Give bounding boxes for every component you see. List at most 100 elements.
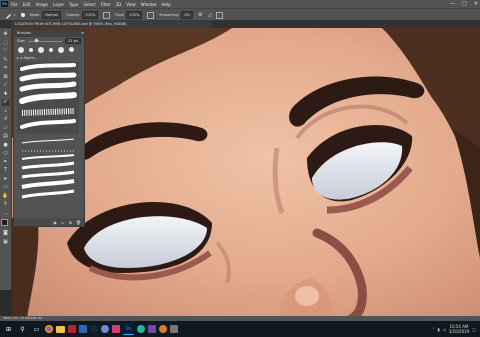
brush-size-slider[interactable]	[28, 38, 63, 43]
hand-tool-icon[interactable]: ✋	[2, 193, 10, 200]
brush-tip-preset[interactable]	[29, 48, 33, 52]
brush-angle-control[interactable]: ◿	[207, 12, 211, 18]
tool-preset-picker[interactable]: ▾	[5, 12, 16, 19]
more-tools-icon[interactable]: …	[2, 210, 10, 217]
app-icon-red[interactable]	[68, 325, 76, 333]
brush-stroke-list[interactable]	[14, 61, 82, 211]
flow-input[interactable]: 100%	[126, 11, 143, 19]
quick-select-tool-icon[interactable]: ✎	[2, 57, 10, 64]
dodge-tool-icon[interactable]: ○	[2, 150, 10, 157]
healing-brush-tool-icon[interactable]: ✚	[2, 91, 10, 98]
crop-tool-icon[interactable]: ⌗	[2, 65, 10, 72]
brush-tip-preset[interactable]	[18, 47, 24, 53]
clock[interactable]: 10:54 AM 3/10/2019	[449, 324, 470, 334]
history-brush-tool-icon[interactable]: ↺	[2, 116, 10, 123]
chrome-icon[interactable]	[45, 325, 53, 333]
pressure-size-toggle[interactable]	[216, 11, 224, 19]
clone-stamp-tool-icon[interactable]: ⊥	[2, 108, 10, 115]
task-view-icon[interactable]: ▭	[31, 324, 42, 335]
menu-file[interactable]: File	[11, 2, 18, 7]
opacity-input[interactable]: 100%	[82, 11, 99, 19]
menu-layer[interactable]: Layer	[53, 2, 64, 7]
panel-menu-icon[interactable]: ≡	[81, 30, 84, 37]
pen-tool-icon[interactable]: ✒	[2, 159, 10, 166]
volume-icon[interactable]: ◁	[443, 327, 446, 332]
brushes-panel-title: Brushes	[17, 31, 32, 35]
rectangle-tool-icon[interactable]: ▭	[2, 184, 10, 191]
document-tab[interactable]: LOCATION FROM KITCHEN CUTSCENE.psd @ 300…	[12, 20, 212, 28]
close-button[interactable]: ✕	[474, 0, 478, 8]
zoom-tool-icon[interactable]: ⚲	[2, 201, 10, 208]
menu-help[interactable]: Help	[161, 2, 170, 7]
brush-size-value[interactable]: 21 px	[65, 38, 81, 44]
app-icon-orange[interactable]	[159, 325, 167, 333]
minimize-button[interactable]: —	[450, 0, 455, 8]
blur-tool-icon[interactable]: ●	[2, 142, 10, 149]
app-icon-blue[interactable]	[79, 325, 87, 333]
file-explorer-icon[interactable]	[56, 325, 65, 333]
menu-3d[interactable]: 3D	[116, 2, 122, 7]
brush-tip-preset[interactable]	[49, 48, 53, 52]
opacity-control: Opacity: 100%	[66, 11, 99, 19]
menu-edit[interactable]: Edit	[23, 2, 31, 7]
quick-mask-icon[interactable]: ◙	[2, 230, 10, 237]
type-tool-icon[interactable]: T	[2, 167, 10, 174]
search-icon[interactable]: ⚲	[17, 324, 28, 335]
menu-window[interactable]: Window	[141, 2, 157, 7]
menu-select[interactable]: Select	[83, 2, 95, 7]
mode-select[interactable]: Normal	[42, 11, 61, 19]
slider-handle[interactable]	[34, 38, 39, 43]
smoothing-input[interactable]: 0%	[181, 11, 193, 19]
pressure-opacity-toggle[interactable]	[103, 11, 111, 19]
frame-tool-icon[interactable]: ⊠	[2, 74, 10, 81]
steam-icon[interactable]	[90, 325, 98, 333]
app-icon-teal[interactable]	[137, 325, 145, 333]
app-icon-gray[interactable]	[170, 325, 178, 333]
photoshop-taskbar-icon[interactable]: Ps	[123, 323, 134, 335]
path-selection-tool-icon[interactable]: ➤	[2, 176, 10, 183]
menu-view[interactable]: View	[126, 2, 136, 7]
brushes-panel-header[interactable]: Brushes ≡	[14, 30, 84, 37]
clock-date: 3/10/2019	[448, 329, 470, 334]
foreground-color-swatch[interactable]	[0, 219, 8, 226]
move-tool-icon[interactable]: ✥	[2, 31, 10, 38]
brush-tip-preset[interactable]	[58, 47, 64, 53]
lasso-tool-icon[interactable]: ➰	[2, 48, 10, 55]
brush-tip-preset[interactable]	[69, 47, 74, 52]
eyedropper-tool-icon[interactable]: ⁄	[2, 82, 10, 89]
smoothing-options[interactable]: ⚙	[198, 12, 202, 18]
window-controls: — □ ✕	[450, 0, 478, 8]
tray-arrow-icon[interactable]: ˄	[432, 327, 434, 332]
photoshop-logo-icon[interactable]: Ps	[1, 1, 8, 7]
new-folder-icon[interactable]: ▭	[61, 220, 65, 225]
app-icon-pink[interactable]	[112, 325, 120, 333]
brush-preset-11	[21, 170, 75, 179]
menu-filter[interactable]: Filter	[101, 2, 111, 7]
brush-preset-9	[21, 154, 75, 160]
menu-bar: Ps File Edit Image Layer Type Select Fil…	[0, 0, 480, 8]
brush-size-picker[interactable]	[20, 13, 25, 17]
brush-tip-preset[interactable]	[38, 47, 44, 53]
smoothing-label: Smoothing:	[159, 13, 180, 17]
mode-control: Mode: Normal	[30, 11, 61, 19]
eraser-tool-icon[interactable]: ▱	[2, 125, 10, 132]
toggle-preview-icon[interactable]: ◉	[53, 220, 57, 225]
delete-brush-icon[interactable]: 🗑	[76, 220, 81, 225]
network-icon[interactable]: ▮	[437, 327, 439, 332]
airbrush-toggle[interactable]	[147, 11, 155, 19]
app-icon-purple[interactable]	[148, 325, 156, 333]
tools-panel: ✥ ⬚ ➰ ✎ ⌗ ⊠ ⁄ ✚ ✐ ⊥ ↺ ▱ ▤ ● ○ ✒ T ➤ ▭ ✋ …	[0, 28, 12, 290]
screen-mode-icon[interactable]: ▣	[2, 239, 10, 246]
marquee-tool-icon[interactable]: ⬚	[2, 40, 10, 47]
brush-preset-10	[21, 161, 75, 170]
menu-image[interactable]: Image	[35, 2, 48, 7]
notifications-icon[interactable]: ▢	[472, 327, 476, 332]
brush-tool-icon[interactable]: ✐	[1, 99, 10, 106]
maximize-button[interactable]: □	[462, 0, 467, 8]
discord-icon[interactable]	[101, 325, 109, 333]
windows-start-icon[interactable]: ⊞	[3, 324, 14, 335]
gradient-tool-icon[interactable]: ▤	[2, 133, 10, 140]
new-brush-icon[interactable]: ⊞	[69, 220, 72, 225]
angle-icon: ◿	[207, 12, 212, 18]
menu-type[interactable]: Type	[69, 2, 78, 7]
